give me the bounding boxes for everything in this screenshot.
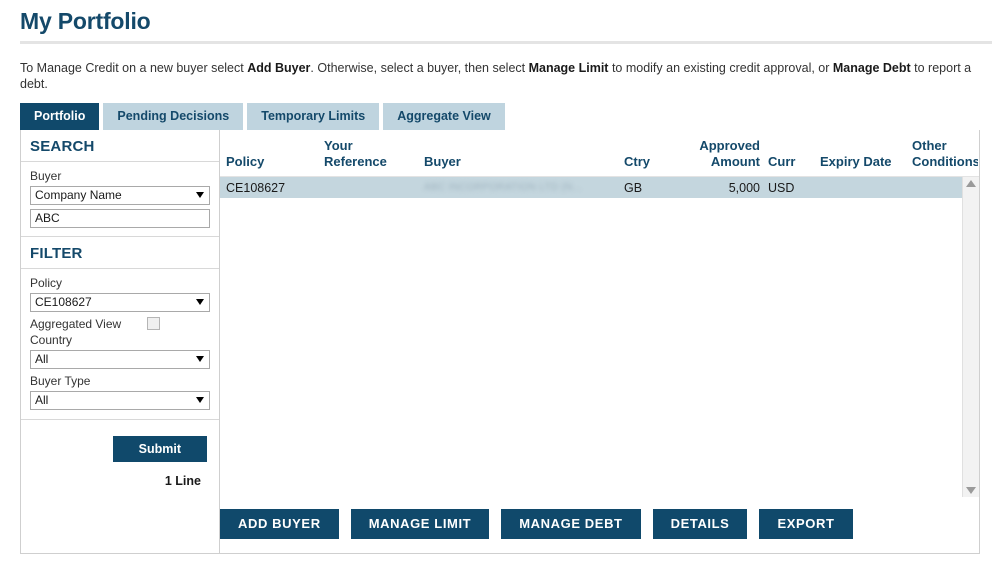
filter-section-heading: FILTER bbox=[21, 237, 219, 269]
policy-select-value: CE108627 bbox=[35, 295, 92, 309]
portfolio-page: My Portfolio To Manage Credit on a new b… bbox=[0, 0, 1000, 562]
country-select[interactable]: All bbox=[30, 349, 210, 369]
table-row[interactable]: CE108627 ABC INCORPORATION LTD (N... GB … bbox=[220, 177, 962, 198]
country-select-value: All bbox=[35, 352, 49, 366]
tab-portfolio[interactable]: Portfolio bbox=[20, 102, 100, 130]
column-header-approved-line1: Approved bbox=[699, 137, 760, 153]
intro-part-1: To Manage Credit on a new buyer select bbox=[20, 61, 248, 75]
policy-select[interactable]: CE108627 bbox=[30, 292, 210, 312]
add-buyer-button[interactable]: ADD BUYER bbox=[220, 508, 339, 539]
tab-bar: Portfolio Pending Decisions Temporary Li… bbox=[0, 102, 1000, 130]
search-section-heading: SEARCH bbox=[21, 130, 219, 162]
chevron-down-icon bbox=[196, 397, 204, 403]
tab-temporary-limits-label: Temporary Limits bbox=[261, 109, 366, 123]
buyer-type-select-value: All bbox=[35, 393, 49, 407]
column-header-approved-amount[interactable]: Approved Amount bbox=[676, 138, 764, 171]
column-header-other-line1: Other bbox=[912, 137, 947, 153]
buyer-type-select[interactable]: All bbox=[30, 390, 210, 410]
cell-approved-amount: 5,000 bbox=[728, 180, 760, 195]
tab-aggregate-view-label: Aggregate View bbox=[397, 109, 491, 123]
grid-rows: CE108627 ABC INCORPORATION LTD (N... GB … bbox=[220, 177, 962, 497]
cell-buyer: ABC INCORPORATION LTD (N... bbox=[424, 182, 582, 193]
portfolio-grid-panel: Policy Your Reference Buyer Ctry Approve… bbox=[220, 129, 980, 554]
chevron-down-icon bbox=[196, 192, 204, 198]
intro-bold-manage-limit: Manage Limit bbox=[528, 61, 609, 75]
instruction-text: To Manage Credit on a new buyer select A… bbox=[0, 44, 1000, 103]
submit-area: Submit 1 Line bbox=[21, 420, 219, 553]
search-filter-sidebar: SEARCH Buyer Company Name FILTER Policy … bbox=[20, 129, 220, 554]
country-label: Country bbox=[30, 332, 73, 347]
column-header-approved-line2: Amount bbox=[710, 153, 760, 169]
column-header-ctry[interactable]: Ctry bbox=[620, 154, 676, 170]
filter-fields: Policy CE108627 Aggregated View Country … bbox=[21, 269, 219, 420]
tab-pending-decisions-label: Pending Decisions bbox=[117, 109, 230, 123]
tab-temporary-limits[interactable]: Temporary Limits bbox=[247, 102, 380, 130]
chevron-down-icon bbox=[196, 356, 204, 362]
action-button-bar: ADD BUYER MANAGE LIMIT MANAGE DEBT DETAI… bbox=[220, 497, 979, 553]
column-header-your-reference[interactable]: Your Reference bbox=[320, 138, 420, 171]
column-header-your-reference-line1: Your bbox=[324, 137, 353, 153]
content-area: SEARCH Buyer Company Name FILTER Policy … bbox=[0, 129, 1000, 554]
policy-label: Policy bbox=[30, 275, 63, 290]
manage-debt-button[interactable]: MANAGE DEBT bbox=[501, 508, 641, 539]
cell-ctry: GB bbox=[624, 180, 643, 195]
cell-curr: USD bbox=[768, 180, 795, 195]
tab-aggregate-view[interactable]: Aggregate View bbox=[383, 102, 505, 130]
aggregated-view-row: Aggregated View bbox=[30, 317, 210, 331]
aggregated-view-label: Aggregated View bbox=[30, 316, 122, 331]
manage-limit-button[interactable]: MANAGE LIMIT bbox=[350, 508, 490, 539]
details-button[interactable]: DETAILS bbox=[652, 508, 748, 539]
scroll-down-arrow-icon[interactable] bbox=[966, 486, 976, 494]
cell-policy: CE108627 bbox=[226, 180, 286, 195]
buyer-type-label: Buyer Type bbox=[30, 373, 91, 388]
intro-bold-manage-debt: Manage Debt bbox=[832, 61, 911, 75]
column-header-policy[interactable]: Policy bbox=[220, 154, 320, 170]
line-count-label: 1 Line bbox=[164, 473, 201, 488]
aggregated-view-checkbox[interactable] bbox=[147, 317, 161, 330]
export-button[interactable]: EXPORT bbox=[759, 508, 853, 539]
buyer-search-type-select[interactable]: Company Name bbox=[30, 185, 210, 205]
column-header-your-reference-line2: Reference bbox=[324, 153, 387, 169]
submit-button[interactable]: Submit bbox=[112, 435, 207, 462]
column-header-other-line2: Conditions bbox=[912, 153, 978, 169]
page-title: My Portfolio bbox=[20, 8, 151, 34]
intro-part-3: to modify an existing credit approval, o… bbox=[608, 61, 833, 75]
column-header-other-conditions[interactable]: Other Conditions bbox=[908, 138, 978, 171]
intro-part-2: . Otherwise, select a buyer, then select bbox=[310, 61, 529, 75]
grid-scroll-area: CE108627 ABC INCORPORATION LTD (N... GB … bbox=[220, 176, 979, 497]
tab-pending-decisions[interactable]: Pending Decisions bbox=[103, 102, 244, 130]
intro-bold-add-buyer: Add Buyer bbox=[247, 61, 311, 75]
buyer-search-block: Buyer Company Name bbox=[21, 162, 219, 237]
scroll-up-arrow-icon[interactable] bbox=[966, 180, 976, 187]
column-header-expiry-date[interactable]: Expiry Date bbox=[816, 154, 908, 170]
column-header-buyer[interactable]: Buyer bbox=[420, 154, 620, 170]
buyer-label: Buyer bbox=[30, 168, 62, 183]
buyer-search-input[interactable] bbox=[30, 208, 210, 228]
buyer-search-type-value: Company Name bbox=[35, 188, 122, 202]
column-header-curr[interactable]: Curr bbox=[764, 154, 816, 170]
vertical-scrollbar[interactable] bbox=[962, 177, 979, 497]
table-header-row: Policy Your Reference Buyer Ctry Approve… bbox=[220, 130, 979, 177]
chevron-down-icon bbox=[196, 299, 204, 305]
tab-portfolio-label: Portfolio bbox=[34, 109, 86, 123]
